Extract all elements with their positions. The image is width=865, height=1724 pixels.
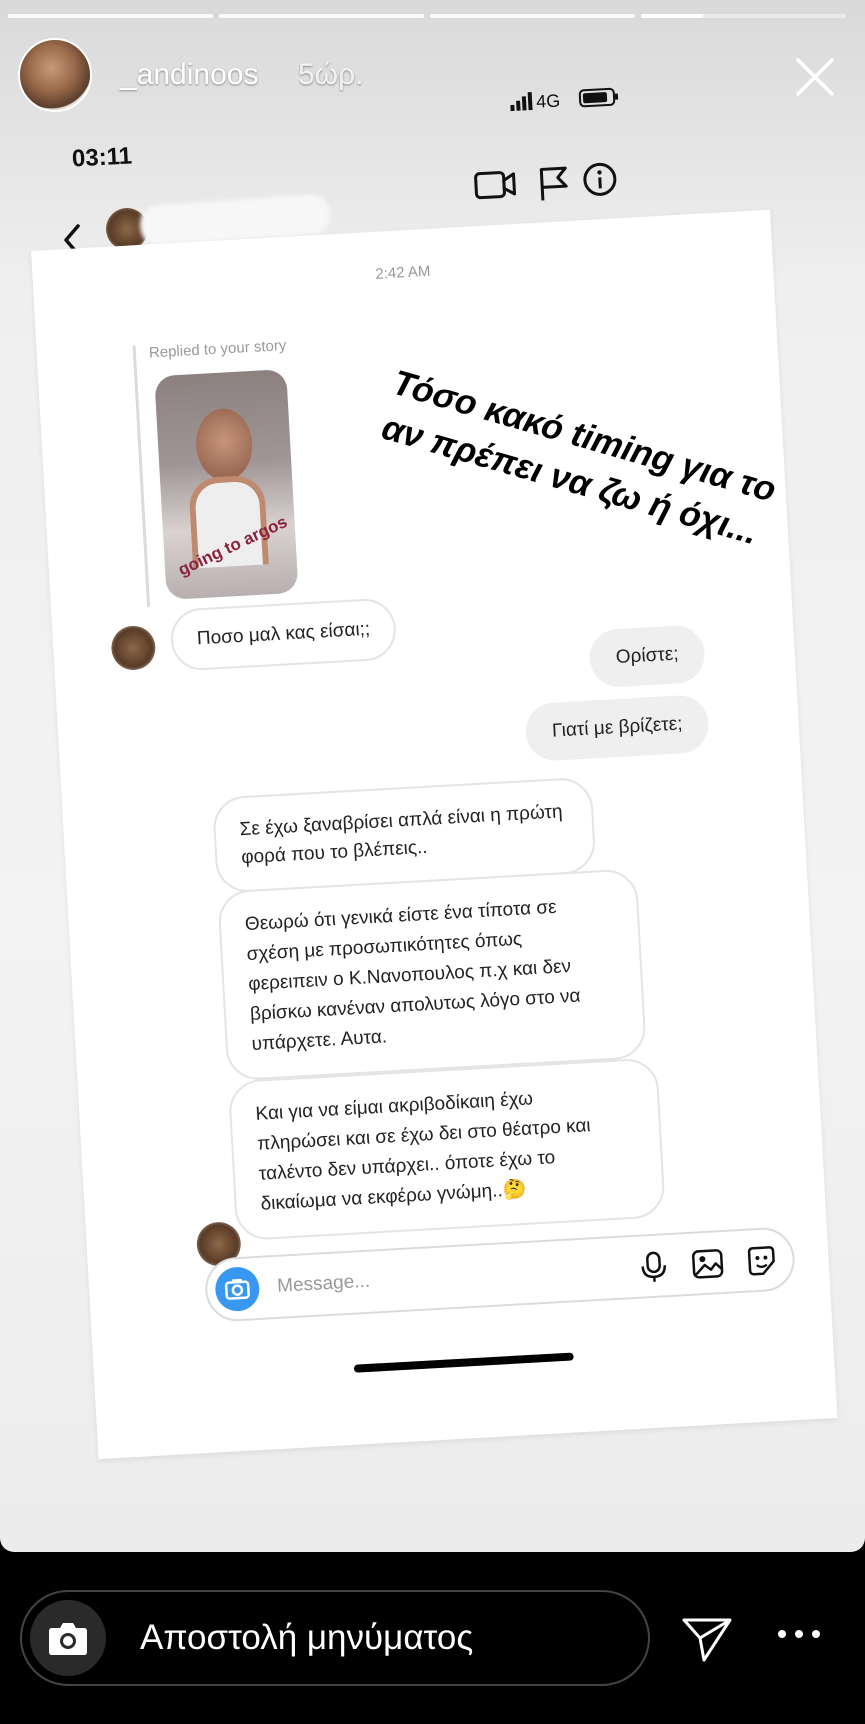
signal-icon (510, 104, 515, 112)
flag-icon (539, 166, 568, 201)
camera-icon (49, 1623, 87, 1655)
message-bubble-sent: Ορίστε; (588, 624, 707, 689)
sticker-icon[interactable] (744, 1243, 780, 1279)
message-bubble-received: Και για να είμαι ακριβοδίκαιη έχω πληρώσ… (227, 1057, 666, 1242)
story-frame: _andinoos 5ώρ. 4G 03:11 2:42 AM Replied … (0, 0, 865, 1552)
shared-screenshot: 4G 03:11 2:42 AM Replied to your story g… (0, 0, 865, 1552)
dm-timestamp: 2:42 AM (374, 262, 431, 283)
dm-header-actions (474, 162, 617, 201)
status-clock: 03:11 (71, 142, 133, 173)
composer-camera-button[interactable] (214, 1265, 261, 1313)
message-bubble-received: Θεωρώ ότι γενικά είστε ένα τίποτα σε σχέ… (217, 868, 648, 1082)
replied-label: Replied to your story (148, 336, 287, 362)
send-icon[interactable] (680, 1612, 734, 1666)
more-options-icon[interactable] (776, 1626, 822, 1642)
composer-placeholder: Message... (276, 1270, 371, 1297)
thumbnail-face (194, 407, 255, 483)
story-thumbnail[interactable]: going to argos (154, 368, 299, 601)
gallery-icon[interactable] (690, 1246, 726, 1282)
sender-avatar (110, 624, 157, 672)
reply-camera-button[interactable] (30, 1600, 106, 1676)
status-bar: 4G (510, 87, 619, 112)
message-bubble-received: Ποσο μαλ κας είσαι;; (169, 597, 398, 672)
thinking-emoji: 🤔 (502, 1178, 527, 1202)
message-composer[interactable]: Message... (203, 1226, 797, 1323)
home-indicator (353, 1352, 574, 1373)
message-bubble-sent: Γιατί με βρίζετε; (524, 693, 711, 763)
info-icon (583, 162, 617, 196)
microphone-icon[interactable] (636, 1249, 672, 1285)
reply-placeholder: Αποστολή μηνύματος (140, 1618, 474, 1657)
camera-icon (224, 1278, 250, 1300)
video-call-icon (474, 171, 517, 200)
network-label: 4G (536, 91, 561, 112)
reply-indicator-bar (132, 345, 151, 608)
